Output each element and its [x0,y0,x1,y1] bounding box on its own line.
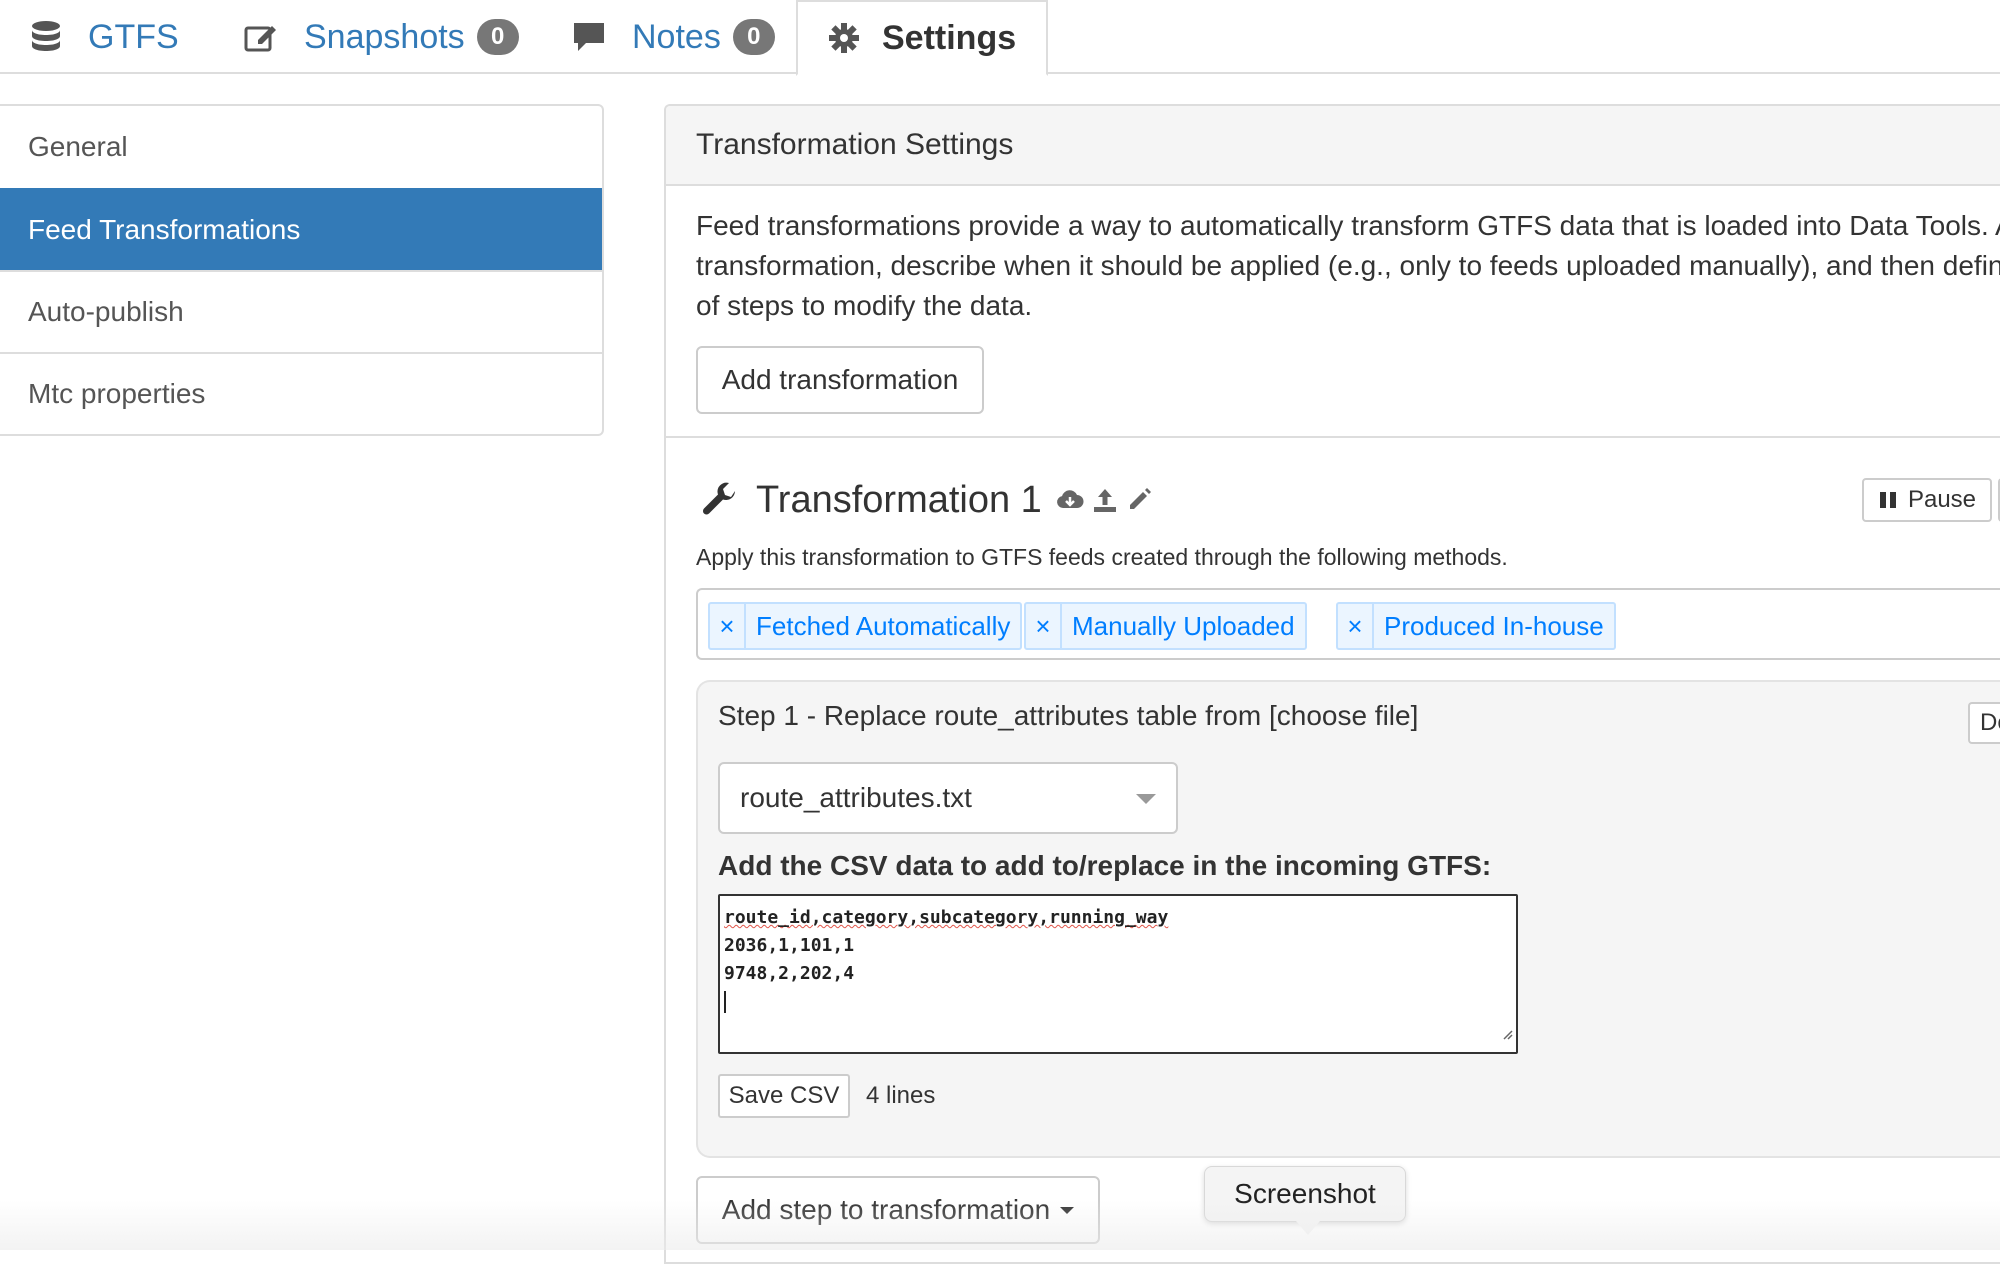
sidebar-item-general[interactable]: General [0,106,602,188]
apply-methods-text: Apply this transformation to GTFS feeds … [696,544,1508,570]
upload-icon [1092,487,1118,513]
transformation-title: Transformation 1 [756,478,1042,521]
delete-step-button[interactable]: De [1968,702,2000,744]
tab-settings[interactable]: Settings [796,0,1049,76]
method-tag: × Produced In-house [1336,602,1616,650]
sidebar-item-label: Auto-publish [28,296,184,327]
divider [666,436,2000,438]
cloud-download-icon [1056,488,1084,512]
csv-line-text: route_id,category,subcategory,running_wa… [724,907,1169,928]
database-icon [30,20,62,54]
step-title: Step 1 - Replace route_attributes table … [718,700,1419,731]
tab-notes[interactable]: Notes 0 [572,0,775,74]
sidebar-item-label: Mtc properties [28,378,206,409]
panel-heading: Transformation Settings [666,106,2000,186]
wrench-icon [702,482,738,518]
remove-tag-icon[interactable]: × [1338,604,1374,648]
csv-line [724,988,1512,1016]
remove-tag-icon[interactable]: × [710,604,746,648]
csv-line: 2036,1,101,1 [724,935,855,956]
notes-count-badge: 0 [732,19,775,55]
pause-button[interactable]: Pause [1862,478,1992,522]
feed-methods-multiselect[interactable]: × Fetched Automatically × Manually Uploa… [696,588,2000,660]
main-tab-bar: GTFS Snapshots 0 Notes 0 Settings [0,0,2000,76]
csv-line: 9748,2,202,4 [724,963,855,984]
method-tag: × Manually Uploaded [1024,602,1307,650]
intro-line: Feed transformations provide a way to au… [696,210,2000,241]
add-transformation-button[interactable]: Add transformation [696,346,984,414]
tab-gtfs-label: GTFS [88,17,179,56]
transformation-header: Transformation 1 [702,468,1152,532]
intro-text: Feed transformations provide a way to au… [696,206,2000,326]
text-cursor [724,991,726,1013]
intro-line: of steps to modify the data. [696,290,1033,321]
save-csv-button[interactable]: Save CSV [718,1074,850,1118]
method-tag-label: Produced In-house [1384,610,1604,641]
table-select-value: route_attributes.txt [740,782,972,813]
method-tag-label: Fetched Automatically [756,610,1011,641]
edit-icon [244,22,278,52]
comment-icon [572,21,606,53]
chevron-down-icon [1136,794,1156,804]
bottom-fade [0,1200,2000,1250]
tab-gtfs[interactable]: GTFS [30,0,179,74]
table-select[interactable]: route_attributes.txt [718,762,1178,834]
snapshots-count-badge: 0 [476,19,519,55]
sidebar-item-mtc-properties[interactable]: Mtc properties [0,352,602,434]
settings-sidebar: General Feed Transformations Auto-publis… [0,104,604,436]
sidebar-item-feed-transformations[interactable]: Feed Transformations [0,188,602,270]
resize-handle-icon[interactable] [1501,1021,1513,1049]
intro-line: transformation, describe when it should … [696,250,2000,281]
tab-snapshots[interactable]: Snapshots 0 [244,0,519,74]
csv-data-label: Add the CSV data to add to/replace in th… [718,850,1492,881]
csv-line-count: 4 lines [866,1082,936,1109]
tab-notes-label: Notes [632,17,721,56]
tab-snapshots-label: Snapshots [304,17,465,56]
pause-icon [1878,490,1898,510]
sidebar-item-label: Feed Transformations [28,214,301,245]
pause-label: Pause [1907,486,1977,513]
pencil-icon[interactable] [1126,487,1152,513]
method-tag: × Fetched Automatically [708,602,1023,650]
method-tag-label: Manually Uploaded [1072,610,1295,641]
csv-line: route_id,category,subcategory,running_wa… [724,904,1512,932]
transformation-step-card: Step 1 - Replace route_attributes table … [696,680,2000,1158]
csv-data-textarea[interactable]: route_id,category,subcategory,running_wa… [718,894,1518,1054]
transformation-settings-panel: Transformation Settings Feed transformat… [664,104,2000,1264]
remove-tag-icon[interactable]: × [1026,604,1062,648]
tab-settings-label: Settings [882,18,1017,57]
panel-title: Transformation Settings [696,128,1014,161]
sidebar-item-label: General [28,131,128,162]
sidebar-item-auto-publish[interactable]: Auto-publish [0,270,602,352]
gear-icon [828,22,860,54]
